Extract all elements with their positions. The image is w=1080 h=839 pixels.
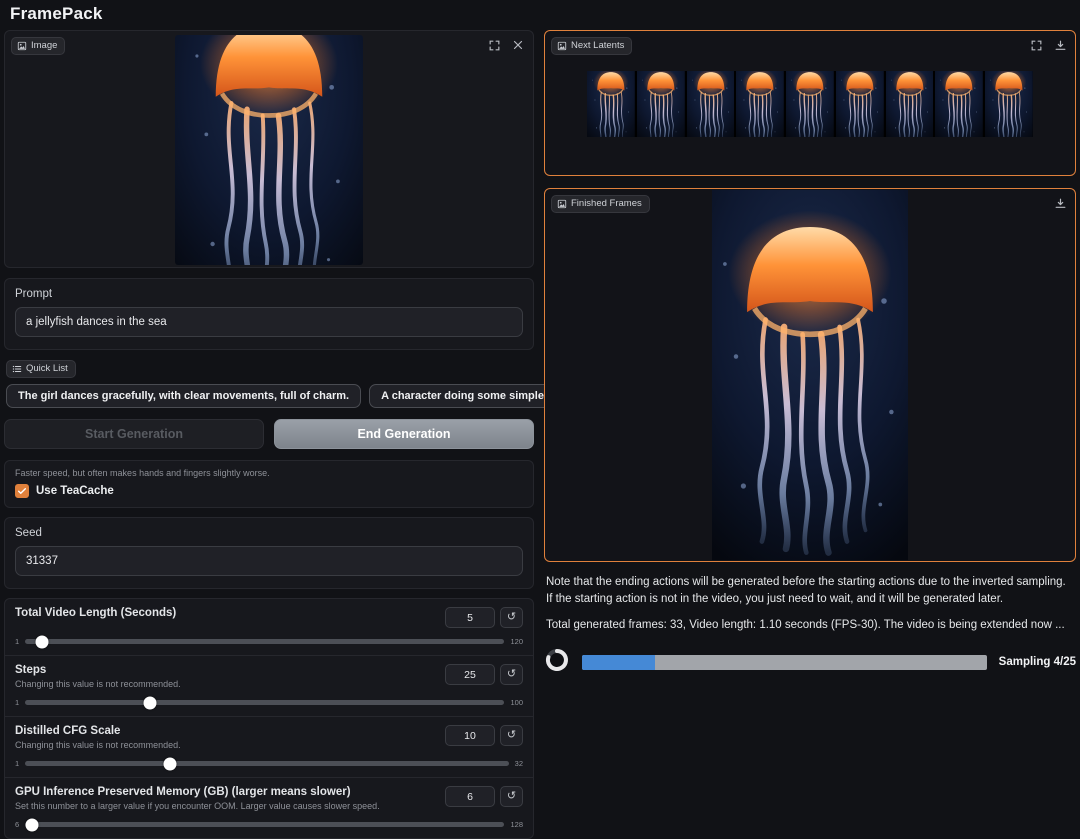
teacache-checkbox[interactable] (15, 484, 29, 499)
seed-input[interactable] (15, 546, 523, 577)
slider-distilled-cfg-scale: Distilled CFG Scale Changing this value … (5, 716, 533, 777)
image-panel-label: Image (31, 40, 58, 51)
main-columns: Image Prompt a jellyfish dances in the s… (0, 30, 1080, 839)
latent-frame (885, 71, 934, 137)
action-buttons-row: Start Generation End Generation (4, 419, 534, 450)
sampling-note: Note that the ending actions will be gen… (546, 576, 1066, 606)
fullscreen-icon[interactable] (487, 38, 501, 52)
reset-icon[interactable]: ↺ (500, 664, 523, 686)
quick-list-section: Quick List The girl dances gracefully, w… (4, 360, 653, 409)
reset-icon[interactable]: ↺ (500, 607, 523, 629)
slider-value-input[interactable] (445, 607, 495, 629)
slider-label: Total Video Length (Seconds) (15, 607, 177, 620)
image-upload-panel[interactable]: Image (4, 30, 534, 268)
end-generation-button[interactable]: End Generation (274, 419, 534, 450)
slider-max-label: 32 (514, 759, 523, 769)
slider-label: Distilled CFG Scale (15, 725, 121, 738)
slider-value-input[interactable] (445, 664, 495, 686)
sliders-panel: Total Video Length (Seconds) ↺ 1 (4, 598, 534, 839)
seed-panel: Seed (4, 517, 534, 590)
image-icon (557, 41, 567, 51)
seed-label: Seed (15, 527, 42, 540)
reset-icon[interactable]: ↺ (500, 786, 523, 808)
slider-track[interactable] (25, 818, 505, 832)
slider-gpu-preserved-memory: GPU Inference Preserved Memory (GB) (lar… (5, 777, 533, 838)
progress-row: Sampling 4/25 (544, 647, 1076, 678)
slider-total-video-length: Total Video Length (Seconds) ↺ 1 (5, 599, 533, 655)
slider-label: Steps (15, 664, 47, 677)
start-generation-button[interactable]: Start Generation (4, 419, 264, 450)
latent-frame (736, 71, 785, 137)
teacache-label: Use TeaCache (36, 485, 114, 498)
framepack-app: FramePack Image Prompt a jellyfish dance… (0, 4, 1080, 839)
slider-track[interactable] (25, 757, 509, 771)
teacache-note: Faster speed, but often makes hands and … (15, 468, 270, 479)
slider-label: GPU Inference Preserved Memory (GB) (lar… (15, 786, 351, 799)
slider-note: Set this number to a larger value if you… (15, 801, 380, 812)
next-latents-badge: Next Latents (551, 37, 633, 56)
slider-min-label: 1 (15, 637, 20, 647)
left-column: Image Prompt a jellyfish dances in the s… (4, 30, 653, 839)
finished-frames-panel: Finished Frames (544, 188, 1076, 562)
slider-handle[interactable] (35, 635, 49, 649)
slider-handle[interactable] (143, 696, 157, 710)
next-latents-label: Next Latents (571, 40, 625, 51)
progress-bar (582, 654, 987, 670)
progress-label: Sampling 4/25 (998, 656, 1076, 668)
progress-fill (582, 654, 655, 670)
prompt-panel: Prompt (4, 278, 534, 350)
finished-frames-badge: Finished Frames (551, 195, 650, 214)
app-title: FramePack (10, 4, 103, 23)
image-panel-badge: Image (11, 37, 66, 56)
uploaded-image[interactable] (175, 35, 363, 265)
slider-note: Changing this value is not recommended. (15, 740, 181, 751)
quick-buttons-row: The girl dances gracefully, with clear m… (6, 384, 653, 409)
latent-strip[interactable] (587, 71, 1033, 137)
latent-frame (985, 71, 1033, 137)
prompt-label: Prompt (15, 288, 53, 300)
latent-frame (935, 71, 984, 137)
close-icon[interactable] (511, 38, 525, 52)
prompt-input[interactable] (15, 307, 523, 337)
slider-track[interactable] (25, 635, 505, 649)
slider-value-input[interactable] (445, 725, 495, 747)
latent-frame (636, 71, 685, 137)
quick-list-label: Quick List (26, 363, 68, 374)
finished-frame-image[interactable] (712, 190, 908, 560)
download-icon[interactable] (1053, 38, 1067, 52)
image-icon (17, 41, 27, 51)
latent-frame (686, 71, 735, 137)
slider-min-label: 1 (15, 698, 20, 708)
slider-max-label: 128 (510, 820, 523, 830)
fullscreen-icon[interactable] (1029, 38, 1043, 52)
quick-prompt-button-1[interactable]: The girl dances gracefully, with clear m… (6, 384, 362, 409)
slider-handle[interactable] (25, 818, 39, 832)
latent-frame (587, 71, 635, 137)
slider-handle[interactable] (163, 757, 177, 771)
slider-max-label: 100 (510, 698, 523, 708)
image-icon (557, 199, 567, 209)
latent-frame (786, 71, 834, 137)
generation-summary: Total generated frames: 33, Video length… (546, 618, 1065, 631)
slider-max-label: 120 (510, 637, 523, 647)
list-icon (12, 364, 22, 374)
reset-icon[interactable]: ↺ (500, 725, 523, 747)
finished-frames-label: Finished Frames (571, 198, 642, 209)
slider-note: Changing this value is not recommended. (15, 679, 181, 690)
slider-min-label: 1 (15, 759, 20, 769)
quick-list-badge: Quick List (6, 360, 76, 379)
right-column: Next Latents Finished Frames Note that t… (544, 30, 1076, 839)
slider-value-input[interactable] (445, 786, 495, 808)
teacache-panel: Faster speed, but often makes hands and … (4, 460, 534, 509)
next-latents-panel: Next Latents (544, 30, 1076, 176)
slider-steps: Steps Changing this value is not recomme… (5, 655, 533, 716)
slider-min-label: 6 (15, 820, 20, 830)
spinner-icon (544, 647, 570, 678)
latent-frame (835, 71, 884, 137)
download-icon[interactable] (1053, 196, 1067, 210)
use-teacache-row[interactable]: Use TeaCache (15, 484, 523, 499)
slider-track[interactable] (25, 696, 505, 710)
